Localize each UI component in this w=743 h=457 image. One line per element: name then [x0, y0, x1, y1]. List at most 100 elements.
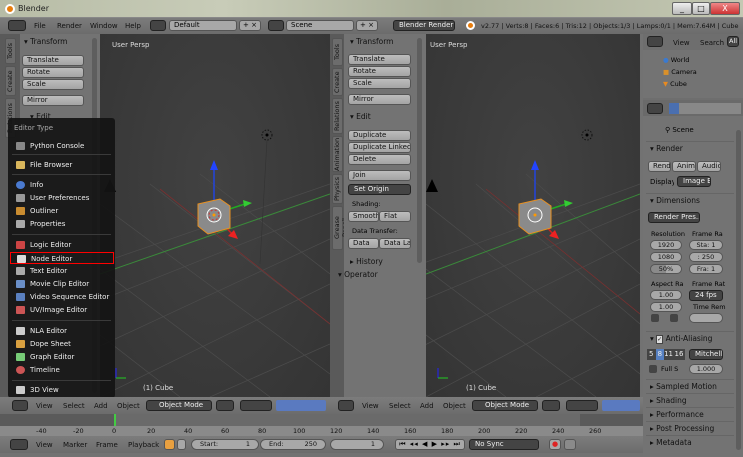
menu-view[interactable]: View — [362, 402, 379, 410]
duplicate-linked-button[interactable]: Duplicate Linked — [348, 142, 411, 153]
menu-view[interactable]: View — [36, 402, 53, 410]
mirror-button[interactable]: Mirror — [22, 95, 84, 106]
layout-add-remove[interactable]: + × — [239, 20, 261, 31]
minimize-button[interactable]: _ — [672, 2, 692, 15]
outliner-display-mode-select[interactable]: All — [727, 36, 740, 47]
smooth-button[interactable]: Smooth — [348, 211, 379, 222]
tab-create[interactable]: Create — [332, 68, 343, 96]
timeline-area[interactable] — [0, 414, 643, 426]
mode-select[interactable]: Object Mode — [146, 400, 212, 411]
full-sample-checkbox[interactable] — [649, 365, 657, 373]
outliner-menu-search[interactable]: Search — [700, 39, 724, 47]
anti-aliasing-checkbox[interactable]: ✓ — [656, 335, 664, 344]
metadata-section[interactable]: ▸ Metadata — [646, 435, 734, 448]
tab-relations[interactable]: Relations — [332, 98, 343, 134]
post-processing-section[interactable]: ▸ Post Processing — [646, 421, 734, 434]
filter-select[interactable]: Mitchell — [689, 349, 723, 360]
menu-item-text-editor[interactable]: Text Editor — [14, 265, 110, 277]
crop-checkbox[interactable] — [670, 314, 678, 322]
manipulator-toggles[interactable] — [602, 400, 640, 411]
transform-section-title[interactable]: ▾ Transform — [24, 37, 67, 46]
properties-context-tabs[interactable] — [669, 103, 741, 114]
menu-render[interactable]: Render — [57, 22, 82, 30]
resolution-x-field[interactable]: 1920 — [650, 240, 682, 250]
resolution-percentage-slider[interactable]: 50% — [650, 264, 682, 274]
properties-scrollbar[interactable] — [736, 130, 741, 450]
mirror-button[interactable]: Mirror — [348, 94, 411, 105]
keying-set-icon[interactable] — [564, 439, 576, 450]
record-icon[interactable]: ● — [549, 439, 561, 450]
outliner-item-cube[interactable]: ▼ Cube — [663, 80, 687, 88]
timeline-menu-view[interactable]: View — [36, 441, 53, 449]
menu-item-nla-editor[interactable]: NLA Editor — [14, 325, 110, 337]
current-frame-marker[interactable] — [114, 414, 116, 426]
tab-tools[interactable]: Tools — [332, 38, 343, 66]
scene-icon[interactable] — [268, 20, 284, 31]
timeline-ruler[interactable]: -40 -20 0 20 40 60 80 100 120 140 160 18… — [0, 426, 643, 436]
menu-select[interactable]: Select — [389, 402, 411, 410]
editor-type-3d-view-button[interactable] — [12, 400, 28, 411]
viewport-right[interactable]: User Persp (1) Cube — [426, 34, 640, 397]
animation-button[interactable]: Animation — [672, 161, 696, 172]
menu-item-outliner[interactable]: Outliner — [14, 205, 110, 217]
frame-step-field[interactable]: Fra: 1 — [689, 264, 723, 274]
menu-help[interactable]: Help — [125, 22, 141, 30]
preview-range-icon[interactable] — [164, 439, 175, 450]
timeline-menu-frame[interactable]: Frame — [96, 441, 118, 449]
menu-item-timeline[interactable]: Timeline — [14, 364, 110, 376]
maximize-button[interactable]: □ — [692, 2, 710, 15]
close-button[interactable]: X — [710, 2, 740, 15]
tool-panel-scrollbar[interactable] — [417, 38, 422, 263]
filter-size-field[interactable]: 1.000 — [689, 364, 723, 374]
scene-field[interactable]: Scene — [286, 20, 354, 31]
rotate-button[interactable]: Rotate — [22, 67, 84, 78]
tab-physics[interactable]: Physics — [332, 174, 343, 204]
tab-tools[interactable]: Tools — [5, 38, 16, 64]
outliner-item-camera[interactable]: ■ Camera — [663, 68, 697, 76]
end-frame-field[interactable]: End: 250 — [260, 439, 326, 450]
resolution-y-field[interactable]: 1080 — [650, 252, 682, 262]
tab-grease-pencil[interactable]: Grease Pencil — [332, 206, 349, 250]
tab-create[interactable]: Create — [5, 66, 16, 96]
operator-section-title[interactable]: ▾ Operator — [338, 270, 378, 279]
timeline-menu-marker[interactable]: Marker — [63, 441, 87, 449]
delete-button[interactable]: Delete — [348, 154, 411, 165]
menu-item-node-editor[interactable]: Node Editor — [10, 252, 114, 264]
menu-item-python-console[interactable]: Python Console — [14, 140, 110, 152]
menu-item-graph-editor[interactable]: Graph Editor — [14, 351, 110, 363]
menu-object[interactable]: Object — [117, 402, 140, 410]
shading-section[interactable]: ▸ Shading — [646, 393, 734, 406]
shading-select[interactable] — [216, 400, 234, 411]
aa-samples-8[interactable]: 8 — [655, 349, 665, 360]
dimensions-section-title[interactable]: ▾ Dimensions — [646, 193, 734, 206]
frame-start-field[interactable]: Sta: 1 — [689, 240, 723, 250]
current-frame-field[interactable]: 1 — [330, 439, 384, 450]
data-layers-button[interactable]: Data La — [379, 238, 411, 249]
layout-icon[interactable] — [150, 20, 166, 31]
menu-item-properties[interactable]: Properties — [14, 218, 110, 230]
flat-button[interactable]: Flat — [379, 211, 411, 222]
render-button[interactable]: Render — [648, 161, 671, 172]
manipulator-toggles[interactable] — [276, 400, 326, 411]
aa-samples-5[interactable]: 5 — [647, 349, 656, 360]
translate-button[interactable]: Translate — [348, 54, 411, 65]
time-remap-field[interactable] — [689, 313, 723, 323]
menu-item-uv-image-editor[interactable]: UV/Image Editor — [14, 304, 110, 316]
frame-end-field[interactable]: : 250 — [689, 252, 723, 262]
editor-type-3d-view-button[interactable] — [338, 400, 354, 411]
menu-add[interactable]: Add — [420, 402, 434, 410]
outliner-item-world[interactable]: ● World — [663, 56, 689, 64]
frame-rate-select[interactable]: 24 fps — [689, 290, 723, 301]
shading-select[interactable] — [542, 400, 560, 411]
scale-button[interactable]: Scale — [22, 79, 84, 90]
menu-item-info[interactable]: Info — [14, 179, 110, 191]
menu-item-dope-sheet[interactable]: Dope Sheet — [14, 338, 110, 350]
join-button[interactable]: Join — [348, 170, 411, 181]
scale-button[interactable]: Scale — [348, 78, 411, 89]
transform-section-title[interactable]: ▾ Transform — [350, 37, 393, 46]
aa-samples-11[interactable]: 11 — [664, 349, 674, 360]
aspect-x-field[interactable]: 1.00 — [650, 290, 682, 300]
editor-type-info-icon[interactable] — [8, 20, 26, 31]
edit-section-title[interactable]: ▾ Edit — [350, 112, 371, 121]
menu-file[interactable]: File — [34, 22, 46, 30]
